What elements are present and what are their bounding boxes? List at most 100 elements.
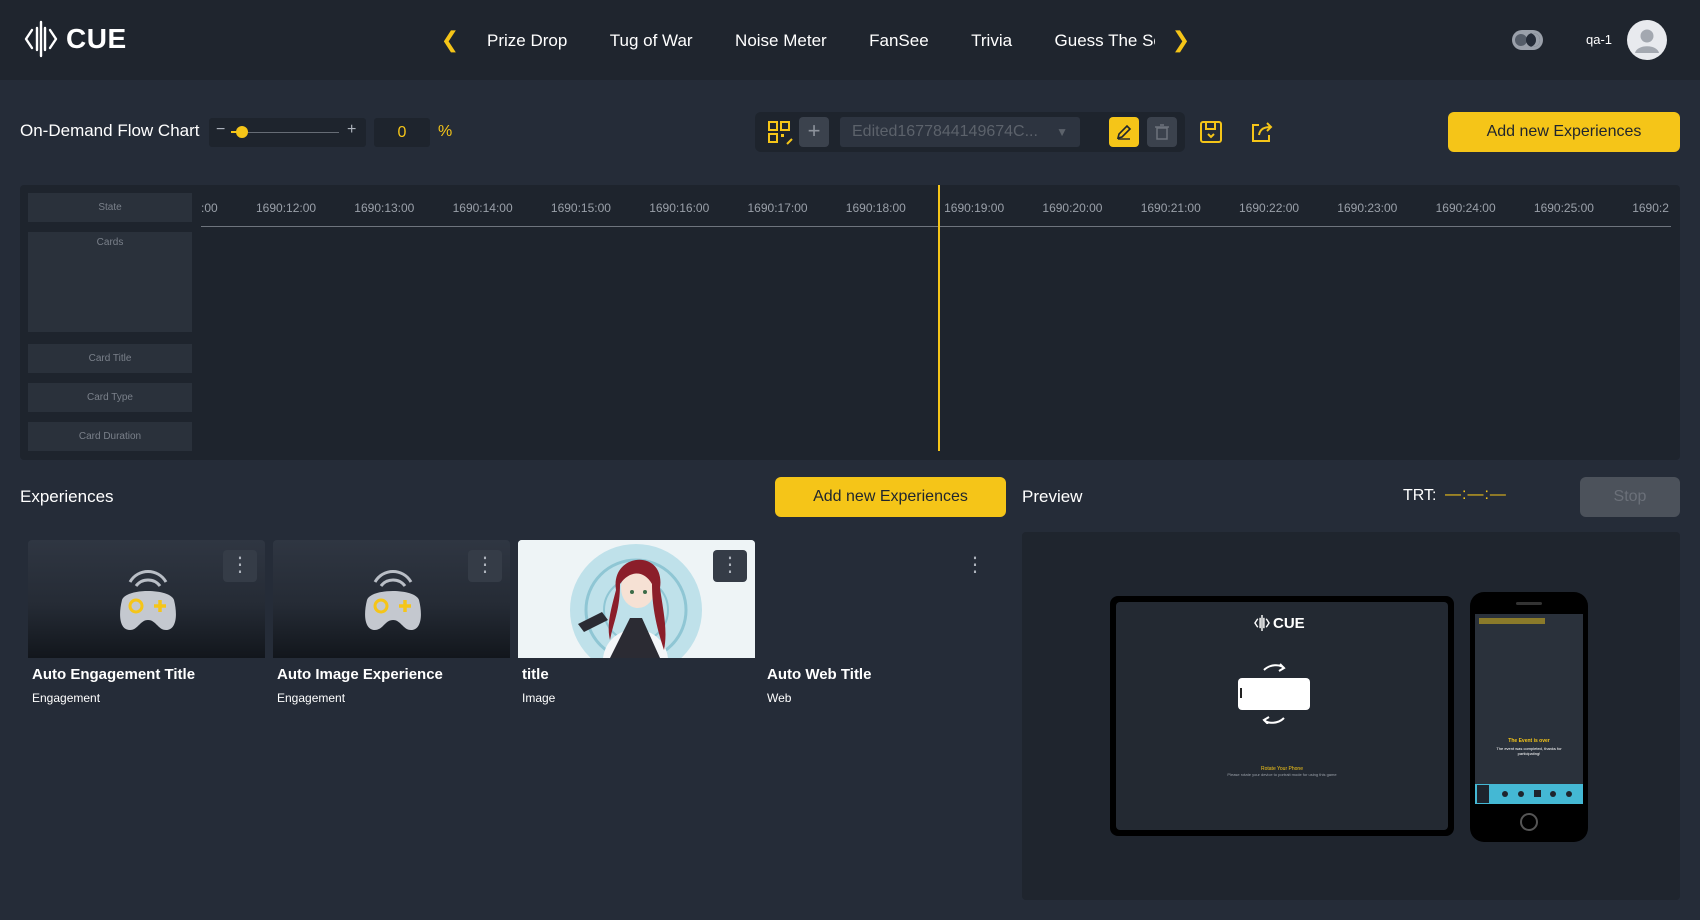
timeline-tick: 1690:21:00 xyxy=(1140,201,1201,215)
cue-logo[interactable]: CUE xyxy=(24,20,127,58)
timeline-tick: 1690:17:00 xyxy=(747,201,808,215)
gamepad-plus-icon xyxy=(365,570,421,630)
timeline-tick: 1690:14:00 xyxy=(452,201,513,215)
card-menu-button[interactable]: ⋮ xyxy=(958,550,992,582)
rotate-phone-icon xyxy=(1238,663,1310,724)
cue-logo-icon xyxy=(24,20,58,58)
zoom-in-icon[interactable]: + xyxy=(347,121,356,139)
timeline-tick: 1690:22:00 xyxy=(1239,201,1300,215)
phone-preview: The Event is over The event was complete… xyxy=(1470,592,1588,842)
tab-prize-drop[interactable]: Prize Drop xyxy=(487,26,567,56)
username: qa-1 xyxy=(1586,32,1613,47)
card-thumbnail: ⋮ xyxy=(28,540,265,658)
phone-nav-icons xyxy=(1477,785,1572,803)
save-icon[interactable] xyxy=(1199,120,1223,144)
stop-button[interactable]: Stop xyxy=(1580,477,1680,517)
tablet-text: Please rotate your device to portrait mo… xyxy=(1227,772,1337,777)
timeline-playhead[interactable] xyxy=(938,185,940,451)
experience-card[interactable]: ⋮ Auto Image Experience Engagement xyxy=(273,540,510,705)
flow-select-value: Edited1677844149674C... xyxy=(852,123,1038,140)
gamepad-plus-icon xyxy=(120,570,176,630)
experience-card[interactable]: ⋮ Auto Web Title Web xyxy=(763,540,1000,705)
card-type: Engagement xyxy=(32,691,101,705)
user-icon xyxy=(1635,29,1659,53)
row-label-state: State xyxy=(28,193,192,222)
percent-sign: % xyxy=(438,123,453,140)
edit-flow-button[interactable] xyxy=(1109,117,1139,147)
share-icon[interactable] xyxy=(1249,119,1275,145)
top-navigation-bar: CUE ❮ Prize Drop Tug of War Noise Meter … xyxy=(0,0,1700,80)
tab-trivia[interactable]: Trivia xyxy=(971,26,1012,56)
avatar[interactable] xyxy=(1627,20,1667,60)
brand-name: CUE xyxy=(66,23,127,54)
add-flow-button[interactable]: + xyxy=(799,117,829,147)
zoom-percent-input[interactable] xyxy=(374,118,430,147)
tab-guess-the-score[interactable]: Guess The Score xyxy=(1055,26,1155,56)
timeline-tick: 1690:20:00 xyxy=(1042,201,1103,215)
row-label-cards: Cards xyxy=(28,232,192,332)
flow-timeline[interactable]: State Cards Card Title Card Type Card Du… xyxy=(20,185,1680,460)
trt-value: —:—:— xyxy=(1445,486,1507,503)
tablet-preview: CUE Rotate Your Phone Please rotate your… xyxy=(1110,596,1454,836)
experiences-title: Experiences xyxy=(20,487,114,506)
preview-panel: CUE Rotate Your Phone Please rotate your… xyxy=(1022,532,1680,900)
chevron-down-icon: ▼ xyxy=(1056,125,1068,139)
trash-icon xyxy=(1155,124,1169,140)
timeline-tick: 1690:25:00 xyxy=(1533,201,1594,215)
zoom-out-icon[interactable]: − xyxy=(216,121,225,139)
phone-screen: The Event is over The event was complete… xyxy=(1475,614,1583,804)
tab-fansee[interactable]: FanSee xyxy=(869,26,929,56)
pencil-icon xyxy=(1116,124,1132,140)
card-title: Auto Image Experience xyxy=(277,666,443,683)
row-label-card-type: Card Type xyxy=(28,383,192,412)
card-thumbnail: ⋮ xyxy=(273,540,510,658)
theme-toggle[interactable] xyxy=(1512,30,1543,50)
card-title: title xyxy=(522,666,549,683)
timeline-ticks: :00 1690:12:00 1690:13:00 1690:14:00 1690:15… xyxy=(201,185,1680,225)
tablet-screen: CUE Rotate Your Phone Please rotate your… xyxy=(1116,602,1448,830)
timeline-tick: :00 xyxy=(201,201,218,215)
flow-toolbar: + Edited1677844149674C... ▼ xyxy=(755,112,1185,152)
card-title: Auto Web Title xyxy=(767,666,872,683)
experience-card[interactable]: ⋮ title Image xyxy=(518,540,755,705)
phone-text: The event was completed, thanks for part… xyxy=(1496,746,1562,756)
card-menu-button[interactable]: ⋮ xyxy=(713,550,747,582)
flow-select[interactable]: Edited1677844149674C... ▼ xyxy=(840,117,1080,147)
delete-flow-button[interactable] xyxy=(1147,117,1177,147)
experience-card[interactable]: ⋮ Auto Engagement Title Engagement xyxy=(28,540,265,705)
add-new-experiences-button-secondary[interactable]: Add new Experiences xyxy=(775,477,1006,517)
phone-header-bar xyxy=(1479,618,1545,624)
timeline-tick: 1690:16:00 xyxy=(649,201,710,215)
nav-prev-arrow-icon[interactable]: ❮ xyxy=(439,26,461,54)
phone-bottom-bar xyxy=(1475,784,1583,804)
trt-label: TRT: xyxy=(1403,487,1437,504)
row-label-card-title: Card Title xyxy=(28,344,192,373)
row-label-card-duration: Card Duration xyxy=(28,422,192,451)
timeline-axis xyxy=(201,226,1671,227)
page-title: On-Demand Flow Chart xyxy=(20,121,200,140)
card-menu-button[interactable]: ⋮ xyxy=(468,550,502,582)
timeline-tick: 1690:13:00 xyxy=(354,201,415,215)
card-type: Web xyxy=(767,691,792,705)
nav-next-arrow-icon[interactable]: ❯ xyxy=(1170,26,1192,54)
preview-title: Preview xyxy=(1022,487,1083,506)
timeline-tick: 1690:15:00 xyxy=(550,201,611,215)
tab-noise-meter[interactable]: Noise Meter xyxy=(735,26,827,56)
experience-tabs: Prize Drop Tug of War Noise Meter FanSee… xyxy=(487,26,1155,56)
card-title: Auto Engagement Title xyxy=(32,666,196,683)
timeline-tick: 1690:24:00 xyxy=(1435,201,1496,215)
phone-home-button xyxy=(1520,813,1538,831)
timeline-tick: 1690:19:00 xyxy=(944,201,1005,215)
add-new-experiences-button[interactable]: Add new Experiences xyxy=(1448,112,1680,152)
phone-speaker xyxy=(1516,602,1542,605)
zoom-handle[interactable] xyxy=(235,126,248,138)
card-menu-button[interactable]: ⋮ xyxy=(223,550,257,582)
toggle-knob xyxy=(1515,34,1527,46)
card-type: Image xyxy=(522,691,556,705)
qr-code-icon[interactable] xyxy=(767,120,793,146)
card-thumbnail: ⋮ xyxy=(763,540,1000,658)
zoom-slider[interactable]: − + xyxy=(209,118,366,147)
cue-logo-icon xyxy=(1254,615,1270,631)
timeline-tick: 1690:23:00 xyxy=(1337,201,1398,215)
tab-tug-of-war[interactable]: Tug of War xyxy=(610,26,693,56)
